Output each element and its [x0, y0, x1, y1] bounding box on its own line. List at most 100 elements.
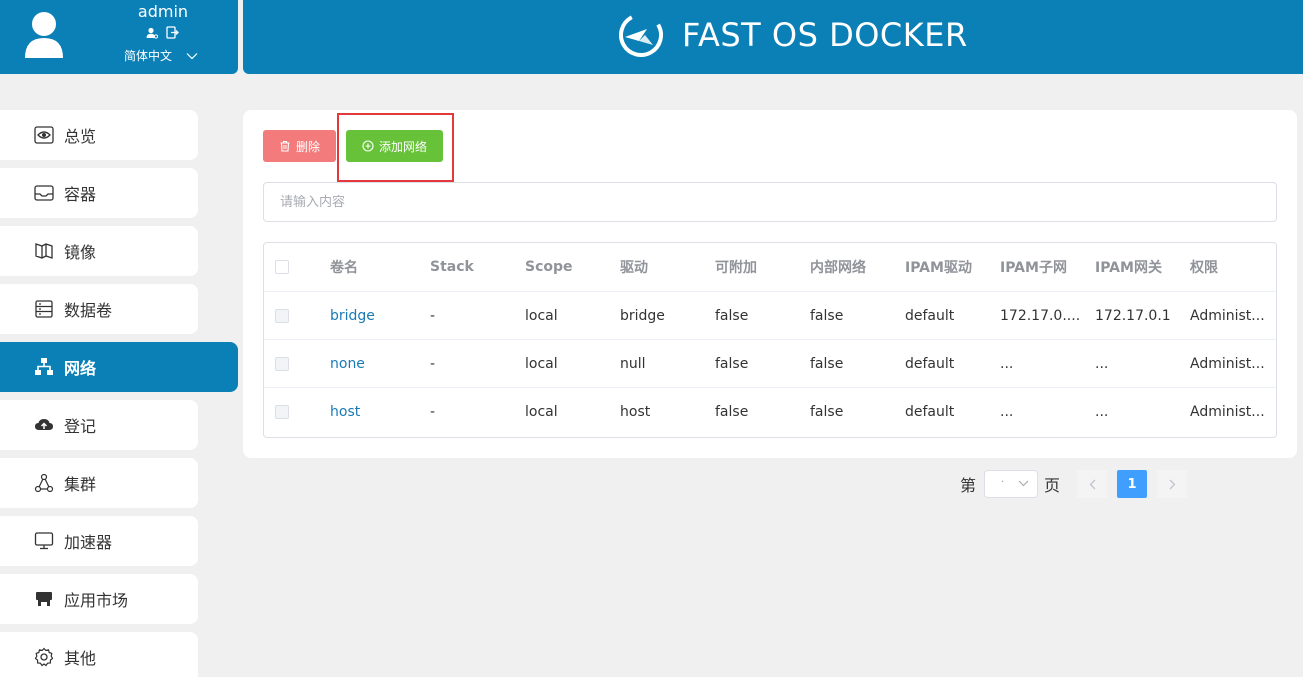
cloud-upload-icon: [35, 419, 53, 430]
row-checkbox[interactable]: [275, 356, 289, 371]
sidebar-item-containers[interactable]: 容器: [0, 168, 198, 218]
logo-icon: [619, 13, 663, 57]
table-cell: host: [620, 404, 651, 420]
delete-button[interactable]: 删除: [263, 130, 336, 162]
select-all-checkbox[interactable]: [275, 260, 289, 274]
sidebar-item-label: 加速器: [64, 533, 113, 552]
row-checkbox[interactable]: [275, 405, 289, 419]
language-select[interactable]: 简体中文: [124, 47, 198, 64]
table-cell: local: [525, 307, 558, 324]
network-name-link[interactable]: none: [330, 340, 365, 387]
table-cell: -: [430, 307, 436, 324]
table-cell: ...: [1000, 355, 1014, 372]
table-cell: bridge: [620, 307, 665, 324]
search-input[interactable]: [263, 182, 1277, 222]
table-cell: ...: [1095, 355, 1109, 372]
table-cell: ...: [1095, 404, 1109, 420]
sidebar-item-images[interactable]: 镜像: [0, 226, 198, 276]
page-prefix: 第: [960, 476, 977, 495]
table-cell: false: [715, 355, 749, 372]
column-header: 内部网络: [810, 260, 866, 276]
table-cell: local: [525, 355, 558, 372]
user-actions: [146, 26, 179, 39]
page-select-value: ·: [1001, 477, 1005, 488]
table-cell: -: [430, 355, 436, 372]
sidebar-item-other[interactable]: 其他: [0, 632, 198, 677]
table-cell: ...: [1000, 404, 1014, 420]
prev-page-button[interactable]: [1077, 470, 1107, 498]
sidebar-item-cluster[interactable]: 集群: [0, 458, 198, 508]
sidebar-item-overview[interactable]: 总览: [0, 110, 198, 160]
table-cell: local: [525, 404, 558, 420]
table-cell: Administ...: [1190, 404, 1265, 420]
table-cell: Administ...: [1190, 355, 1265, 372]
chevron-down-icon: [1018, 480, 1029, 487]
sidebar-item-label: 容器: [64, 185, 97, 204]
column-header: IPAM子网: [1000, 260, 1067, 276]
network-icon: [35, 358, 53, 375]
network-table: 卷名 Stack Scope 驱动 可附加 内部网络 IPAM驱动 IPAM子网…: [263, 242, 1277, 438]
next-page-button[interactable]: [1157, 470, 1187, 498]
user-settings-icon[interactable]: [146, 27, 158, 39]
user-panel: admin 简体中文: [0, 0, 238, 74]
column-header: 驱动: [620, 260, 648, 276]
sidebar-item-registry[interactable]: 登记: [0, 400, 198, 450]
column-header: 可附加: [715, 260, 757, 276]
sidebar-item-label: 登记: [64, 417, 97, 436]
table-cell: false: [810, 307, 844, 324]
table-header: 卷名 Stack Scope 驱动 可附加 内部网络 IPAM驱动 IPAM子网…: [264, 243, 1276, 292]
chevron-down-icon: [186, 52, 198, 59]
brand-title: FAST OS DOCKER: [682, 16, 968, 54]
table-cell: default: [905, 404, 955, 420]
sidebar-item-app-market[interactable]: 应用市场: [0, 574, 198, 624]
sidebar-item-label: 总览: [64, 127, 97, 146]
cluster-icon: [34, 473, 54, 493]
current-page-button[interactable]: 1: [1117, 470, 1147, 498]
network-name-link[interactable]: bridge: [330, 292, 375, 339]
username: admin: [137, 2, 189, 21]
column-header: 权限: [1190, 260, 1218, 276]
sidebar-item-label: 其他: [64, 649, 97, 668]
network-panel: 删除 添加网络 卷名 Stack Scope 驱动 可附加 内部网络 IPAM驱…: [243, 110, 1297, 458]
table-cell: false: [810, 404, 844, 420]
sidebar-item-label: 数据卷: [64, 301, 113, 320]
logout-icon[interactable]: [166, 26, 179, 39]
table-cell: Administ...: [1190, 307, 1265, 324]
pagination-jump: 第 · 页: [960, 469, 1060, 499]
database-icon: [35, 300, 53, 318]
column-header: Stack: [430, 259, 474, 275]
sidebar-item-label: 应用市场: [64, 591, 129, 610]
gear-icon: [34, 647, 54, 667]
trash-icon: [280, 140, 290, 152]
sidebar-item-accelerator[interactable]: 加速器: [0, 516, 198, 566]
store-icon: [36, 592, 52, 606]
column-header: 卷名: [330, 260, 358, 276]
table-row: bridge - local bridge false false defaul…: [264, 292, 1276, 340]
sidebar-item-label: 网络: [64, 359, 97, 378]
inbox-icon: [34, 185, 54, 201]
table-cell: false: [715, 404, 749, 420]
delete-button-label: 删除: [295, 139, 320, 154]
avatar-icon[interactable]: [22, 10, 66, 60]
row-checkbox[interactable]: [275, 308, 289, 323]
table-cell: -: [430, 404, 436, 420]
table-cell: false: [715, 307, 749, 324]
network-name-link[interactable]: host: [330, 388, 360, 436]
sidebar-item-label: 镜像: [64, 243, 97, 262]
column-header: IPAM网关: [1095, 260, 1162, 276]
table-row: none - local null false false default ..…: [264, 340, 1276, 388]
eye-icon: [34, 126, 54, 144]
sidebar-item-volumes[interactable]: 数据卷: [0, 284, 198, 334]
sidebar-item-network[interactable]: 网络: [0, 342, 238, 392]
page-select[interactable]: ·: [984, 470, 1039, 498]
table-cell: null: [620, 355, 646, 372]
table-cell: 172.17.0.1: [1095, 307, 1171, 324]
table-cell: default: [905, 355, 955, 372]
language-label: 简体中文: [124, 49, 173, 63]
highlight-box: [337, 113, 454, 182]
sidebar-item-label: 集群: [64, 475, 97, 494]
page-suffix: 页: [1044, 476, 1061, 495]
column-header: IPAM驱动: [905, 260, 972, 276]
chevron-left-icon: [1089, 479, 1095, 489]
brand-header: FAST OS DOCKER: [243, 0, 1303, 74]
